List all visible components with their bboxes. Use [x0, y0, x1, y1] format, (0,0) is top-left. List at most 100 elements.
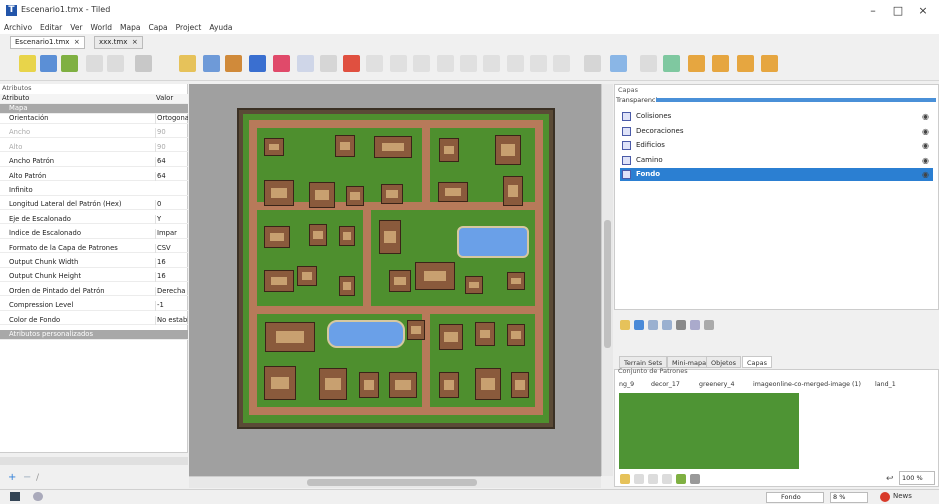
- menu-world[interactable]: World: [87, 22, 117, 34]
- menu-editar[interactable]: Editar: [36, 22, 66, 34]
- tab-layers[interactable]: Capas: [742, 356, 773, 368]
- news-icon[interactable]: [880, 492, 890, 502]
- menu-archivo[interactable]: Archivo: [0, 22, 36, 34]
- tileset-tab-merged-image[interactable]: imageonline-co-merged-image (1): [750, 377, 864, 392]
- visibility-eye-icon[interactable]: ◉: [922, 125, 929, 138]
- insert-ellipse-icon[interactable]: [460, 55, 477, 72]
- property-row[interactable]: Infinito: [0, 186, 188, 196]
- doc-tab-escenario1[interactable]: Escenario1.tmx ×: [10, 36, 85, 49]
- property-value[interactable]: 64: [155, 171, 188, 182]
- property-row[interactable]: Orden de Pintado del Patrón Derecha: [0, 286, 188, 297]
- insert-rectangle-icon[interactable]: [413, 55, 430, 72]
- property-value[interactable]: 0: [155, 200, 188, 210]
- doc-tab-xxx[interactable]: xxx.tmx ×: [94, 36, 143, 49]
- property-value[interactable]: No establecido: [155, 315, 188, 326]
- stamp-brush-icon[interactable]: [203, 55, 220, 72]
- property-row[interactable]: Longitud Lateral del Patrón (Hex) 0: [0, 200, 188, 210]
- terrain-brush-icon[interactable]: [225, 55, 242, 72]
- rotate-left-icon[interactable]: [737, 55, 754, 72]
- world-tool-icon[interactable]: [584, 55, 601, 72]
- properties-hscroll[interactable]: [0, 457, 188, 465]
- console-icon[interactable]: [10, 492, 20, 501]
- duplicate-layer-icon[interactable]: [662, 320, 672, 330]
- toggle-other-layers-icon[interactable]: [690, 320, 700, 330]
- eraser-icon[interactable]: [273, 55, 290, 72]
- menu-mapa[interactable]: Mapa: [116, 22, 144, 34]
- edit-tileset-icon[interactable]: [662, 474, 672, 484]
- random-mode-icon[interactable]: [179, 55, 196, 72]
- layer-row-camino[interactable]: Camino ◉: [620, 154, 933, 167]
- tilemap-view[interactable]: [237, 108, 555, 429]
- insert-text-icon[interactable]: [553, 55, 570, 72]
- canvas-hscroll[interactable]: [189, 476, 601, 488]
- rotate-right-icon[interactable]: [761, 55, 778, 72]
- property-value[interactable]: 90: [155, 128, 188, 138]
- insert-template-icon[interactable]: [507, 55, 524, 72]
- embed-tileset-icon[interactable]: [634, 474, 644, 484]
- highlight-layer-icon[interactable]: [610, 55, 627, 72]
- select-objects-icon[interactable]: [366, 55, 383, 72]
- magic-wand-icon[interactable]: [320, 55, 337, 72]
- move-layer-down-icon[interactable]: [648, 320, 658, 330]
- rotate-icon[interactable]: [663, 55, 680, 72]
- property-value[interactable]: Impar: [155, 229, 188, 239]
- close-tab-icon[interactable]: ×: [132, 38, 138, 46]
- property-row[interactable]: Índice de Escalonado Impar: [0, 229, 188, 239]
- property-row[interactable]: Output Chunk Height 16: [0, 272, 188, 282]
- property-row[interactable]: Output Chunk Width 16: [0, 258, 188, 268]
- move-layer-up-icon[interactable]: [634, 320, 644, 330]
- layer-row-colisiones[interactable]: Colisiones ◉: [620, 110, 933, 123]
- property-value[interactable]: Derecha: [155, 286, 188, 297]
- maximize-button[interactable]: □: [886, 3, 910, 19]
- property-row[interactable]: Compression Level -1: [0, 301, 188, 311]
- news-label[interactable]: News: [893, 492, 912, 500]
- menu-ver[interactable]: Ver: [66, 22, 86, 34]
- tileset-tab-decor17[interactable]: decor_17: [648, 377, 683, 392]
- menu-capa[interactable]: Capa: [144, 22, 171, 34]
- lock-layer-icon[interactable]: [704, 320, 714, 330]
- property-row[interactable]: Ancho 90: [0, 128, 188, 138]
- remove-property-icon[interactable]: −: [23, 473, 33, 483]
- property-value[interactable]: Y: [155, 214, 188, 225]
- minimize-button[interactable]: –: [861, 3, 885, 19]
- insert-point-icon[interactable]: [437, 55, 454, 72]
- flip-vertical-icon[interactable]: [712, 55, 729, 72]
- new-file-icon[interactable]: [19, 55, 36, 72]
- menu-project[interactable]: Project: [172, 22, 206, 34]
- undo-icon[interactable]: [86, 55, 103, 72]
- visibility-eye-icon[interactable]: ◉: [922, 139, 929, 152]
- tileset-grid[interactable]: [619, 393, 799, 469]
- property-value[interactable]: 16: [155, 258, 188, 268]
- issues-icon[interactable]: [33, 492, 43, 501]
- property-row[interactable]: Alto 90: [0, 142, 188, 153]
- property-value[interactable]: -1: [155, 301, 188, 311]
- canvas-hscroll-thumb[interactable]: [307, 479, 477, 486]
- bucket-fill-icon[interactable]: [249, 55, 266, 72]
- select-same-tile-icon[interactable]: [343, 55, 360, 72]
- insert-tile-icon[interactable]: [530, 55, 547, 72]
- canvas-vscroll[interactable]: [601, 84, 613, 476]
- close-button[interactable]: ×: [911, 3, 935, 19]
- tileset-tab-ng9[interactable]: ng_9: [616, 377, 637, 392]
- tileset-tab-land1[interactable]: land_1: [872, 377, 899, 392]
- menu-ayuda[interactable]: Ayuda: [205, 22, 236, 34]
- edit-polygons-icon[interactable]: [390, 55, 407, 72]
- property-row[interactable]: Color de Fondo No establecido: [0, 315, 188, 326]
- property-value[interactable]: 64: [155, 157, 188, 167]
- delete-layer-icon[interactable]: [676, 320, 686, 330]
- property-value[interactable]: 90: [155, 142, 188, 153]
- redo-icon[interactable]: [107, 55, 124, 72]
- property-row[interactable]: Formato de la Capa de Patrones CSV: [0, 243, 188, 254]
- export-tileset-icon[interactable]: [648, 474, 658, 484]
- property-value[interactable]: Ortogonal: [155, 114, 188, 124]
- visibility-eye-icon[interactable]: ◉: [922, 168, 929, 181]
- wrap-icon[interactable]: ↩: [886, 474, 898, 484]
- map-zoom-select[interactable]: 8 %: [830, 492, 868, 503]
- close-tab-icon[interactable]: ×: [74, 38, 80, 46]
- current-layer-select[interactable]: Fondo: [766, 492, 824, 503]
- layer-row-edificios[interactable]: Edificios ◉: [620, 139, 933, 152]
- visibility-eye-icon[interactable]: ◉: [922, 154, 929, 167]
- rename-property-icon[interactable]: /: [36, 473, 46, 483]
- flip-icon[interactable]: [640, 55, 657, 72]
- opacity-slider[interactable]: [656, 98, 936, 102]
